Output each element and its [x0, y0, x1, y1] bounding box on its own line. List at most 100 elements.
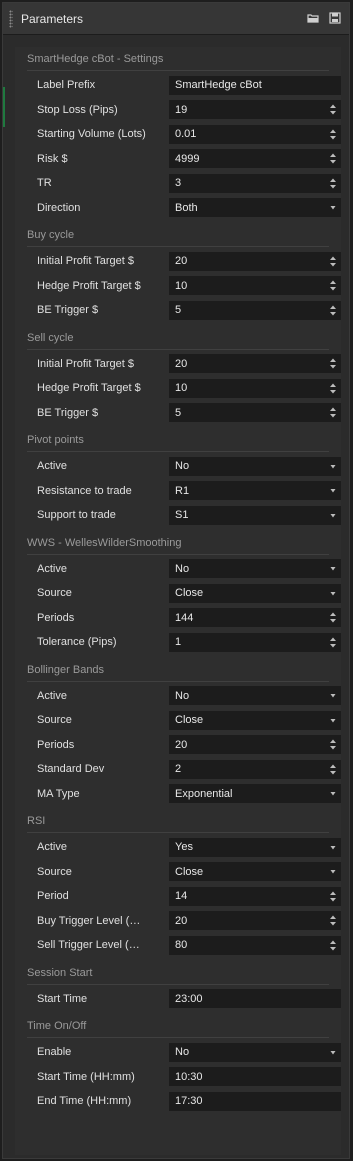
- param-value: No: [175, 562, 190, 575]
- spinner-arrows-icon[interactable]: [329, 152, 337, 165]
- param-label: End Time (HH:mm): [37, 1095, 132, 1108]
- spinner-arrows-icon[interactable]: [329, 177, 337, 190]
- rsi-active-select[interactable]: Yes: [169, 837, 341, 857]
- param-row-time-enable: Enable No: [27, 1040, 341, 1065]
- bb-active-select[interactable]: No: [169, 686, 341, 706]
- spinner-arrows-icon[interactable]: [329, 279, 337, 292]
- risk-input[interactable]: 4999: [169, 149, 341, 169]
- spinner-arrows-icon[interactable]: [329, 255, 337, 268]
- spinner-arrows-icon[interactable]: [329, 304, 337, 317]
- pivot-active-select[interactable]: No: [169, 456, 341, 476]
- wws-periods-input[interactable]: 144: [169, 608, 341, 628]
- time-start-time-field[interactable]: 10:30: [169, 1067, 341, 1087]
- spinner-arrows-icon[interactable]: [329, 890, 337, 903]
- dropdown-arrow-icon[interactable]: [329, 562, 337, 575]
- time-enable-select[interactable]: No: [169, 1042, 341, 1062]
- panel-titlebar[interactable]: Parameters: [3, 3, 349, 35]
- starting-volume-lots-input[interactable]: 0.01: [169, 124, 341, 144]
- param-value: 0.01: [175, 128, 197, 141]
- bb-source-select[interactable]: Close: [169, 710, 341, 730]
- spinner-arrows-icon[interactable]: [329, 763, 337, 776]
- dropdown-arrow-icon[interactable]: [329, 509, 337, 522]
- resistance-to-trade-select[interactable]: R1: [169, 481, 341, 501]
- param-label: Active: [37, 841, 67, 854]
- bb-periods-input[interactable]: 20: [169, 735, 341, 755]
- wws-active-select[interactable]: No: [169, 559, 341, 579]
- param-row-label-prefix: Label Prefix SmartHedge cBot: [27, 73, 341, 98]
- param-label: Sell Trigger Level (O…: [37, 939, 147, 952]
- param-label: Label Prefix: [37, 79, 96, 92]
- param-row-tr: TR 3: [27, 171, 341, 196]
- dropdown-arrow-icon[interactable]: [329, 484, 337, 497]
- param-value: 2: [175, 763, 182, 776]
- dropdown-arrow-icon[interactable]: [329, 1046, 337, 1059]
- param-row-rsi-sell-trigger-level: Sell Trigger Level (O… 80: [27, 933, 341, 958]
- spinner-arrows-icon[interactable]: [329, 636, 337, 649]
- save-icon[interactable]: [329, 12, 341, 24]
- param-value: 17:30: [175, 1095, 203, 1108]
- sell-hedge-profit-target-input[interactable]: 10: [169, 378, 341, 398]
- stop-loss-pips-input[interactable]: 19: [169, 100, 341, 120]
- direction-select[interactable]: Both: [169, 198, 341, 218]
- dropdown-arrow-icon[interactable]: [329, 689, 337, 702]
- wws-tolerance-pips-input[interactable]: 1: [169, 632, 341, 652]
- param-row-bb-ma-type: MA Type Exponential: [27, 782, 341, 807]
- spinner-arrows-icon[interactable]: [329, 611, 337, 624]
- buy-be-trigger-input[interactable]: 5: [169, 300, 341, 320]
- buy-initial-profit-target-input[interactable]: 20: [169, 251, 341, 271]
- param-row-time-start-time: Start Time (HH:mm) 10:30: [27, 1065, 341, 1090]
- param-value: 144: [175, 611, 194, 624]
- bb-ma-type-select[interactable]: Exponential: [169, 784, 341, 804]
- spinner-arrows-icon[interactable]: [329, 382, 337, 395]
- dropdown-arrow-icon[interactable]: [329, 865, 337, 878]
- sell-be-trigger-input[interactable]: 5: [169, 403, 341, 423]
- param-value: 23:00: [175, 992, 203, 1005]
- buy-hedge-profit-target-input[interactable]: 10: [169, 276, 341, 296]
- parameter-section: Time On/Off Enable No Start Time (HH:mm) 10:…: [27, 1014, 341, 1117]
- param-row-bb-active: Active No: [27, 684, 341, 709]
- rsi-buy-trigger-level-input[interactable]: 20: [169, 911, 341, 931]
- parameter-section: Pivot points Active No Resistance to trade R…: [27, 428, 341, 531]
- dropdown-arrow-icon[interactable]: [329, 587, 337, 600]
- drag-grip-icon[interactable]: [9, 9, 13, 28]
- param-value: Close: [175, 714, 204, 727]
- time-end-time-field[interactable]: 17:30: [169, 1091, 341, 1111]
- param-row-pivot-active: Active No: [27, 454, 341, 479]
- param-value: 20: [175, 255, 188, 268]
- param-row-resistance-to-trade: Resistance to trade R1: [27, 479, 341, 504]
- param-value: 10: [175, 279, 188, 292]
- parameter-section: RSI Active Yes Source Close Period 14 Buy Trigg…: [27, 809, 341, 961]
- wws-source-select[interactable]: Close: [169, 583, 341, 603]
- param-value: Close: [175, 865, 204, 878]
- spinner-arrows-icon[interactable]: [329, 103, 337, 116]
- spinner-arrows-icon[interactable]: [329, 406, 337, 419]
- parameters-list[interactable]: SmartHedge cBot - Settings Label Prefix Sm…: [15, 47, 341, 1155]
- param-row-support-to-trade: Support to trade S1: [27, 503, 341, 528]
- param-row-risk: Risk $ 4999: [27, 147, 341, 172]
- spinner-arrows-icon[interactable]: [329, 357, 337, 370]
- save-to-folder-icon[interactable]: [307, 12, 319, 24]
- param-value: 3: [175, 177, 182, 190]
- dropdown-arrow-icon[interactable]: [329, 714, 337, 727]
- param-label: Tolerance (Pips): [37, 636, 117, 649]
- support-to-trade-select[interactable]: S1: [169, 505, 341, 525]
- param-row-wws-source: Source Close: [27, 581, 341, 606]
- rsi-period-input[interactable]: 14: [169, 886, 341, 906]
- spinner-arrows-icon[interactable]: [329, 914, 337, 927]
- rsi-source-select[interactable]: Close: [169, 862, 341, 882]
- label-prefix-field[interactable]: SmartHedge cBot: [169, 75, 341, 95]
- dropdown-arrow-icon[interactable]: [329, 787, 337, 800]
- section-title: Buy cycle: [27, 223, 329, 247]
- bb-standard-dev-input[interactable]: 2: [169, 759, 341, 779]
- tr-input[interactable]: 3: [169, 173, 341, 193]
- session-start-time-field[interactable]: 23:00: [169, 989, 341, 1009]
- spinner-arrows-icon[interactable]: [329, 939, 337, 952]
- spinner-arrows-icon[interactable]: [329, 738, 337, 751]
- dropdown-arrow-icon[interactable]: [329, 460, 337, 473]
- sell-initial-profit-target-input[interactable]: 20: [169, 354, 341, 374]
- active-indicator: [3, 87, 5, 127]
- dropdown-arrow-icon[interactable]: [329, 201, 337, 214]
- rsi-sell-trigger-level-input[interactable]: 80: [169, 935, 341, 955]
- spinner-arrows-icon[interactable]: [329, 128, 337, 141]
- dropdown-arrow-icon[interactable]: [329, 841, 337, 854]
